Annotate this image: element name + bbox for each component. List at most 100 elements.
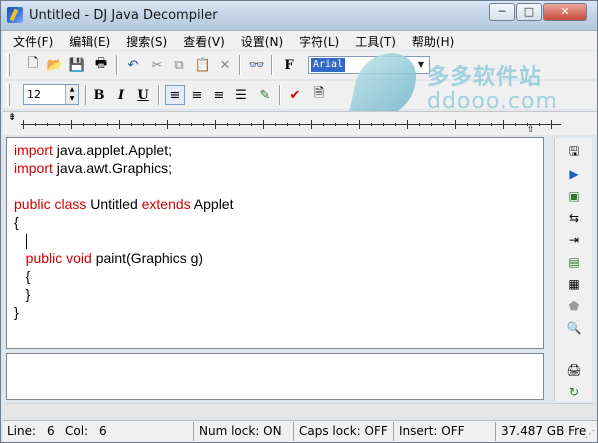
font-icon[interactable]: F: [279, 55, 299, 75]
spin-arrows-icon[interactable]: ▲ ▼: [65, 85, 78, 104]
delete-icon[interactable]: ✕: [215, 55, 235, 75]
menu-charset[interactable]: 字符(L): [289, 31, 345, 50]
maximize-button[interactable]: □: [516, 3, 542, 21]
document-icon[interactable]: 🗎: [309, 85, 329, 105]
indent-marker-icon[interactable]: ⇟: [8, 113, 18, 123]
code-line[interactable]: [14, 232, 543, 250]
refresh-icon[interactable]: ↻: [564, 382, 584, 402]
bullet-list-icon[interactable]: ☰: [231, 85, 251, 105]
italic-button[interactable]: I: [111, 85, 131, 105]
menu-settings[interactable]: 设置(N): [231, 31, 289, 50]
code-line[interactable]: import java.awt.Graphics;: [14, 160, 543, 178]
package-icon[interactable]: ▤: [564, 252, 584, 272]
font-size-value: 12: [27, 88, 41, 101]
search-icon[interactable]: 🔍: [564, 318, 584, 338]
toolbar-separator: [271, 55, 273, 75]
menu-search[interactable]: 搜索(S): [116, 31, 173, 50]
archive-icon[interactable]: ▦: [564, 274, 584, 294]
ruler-tick: [131, 123, 132, 126]
printer-icon[interactable]: 🖨: [564, 360, 584, 380]
ruler[interactable]: ⇟ ⇧: [3, 111, 597, 135]
ruler-tick: [119, 120, 120, 129]
tab-stop-icon[interactable]: ⇧: [527, 125, 535, 135]
code-line[interactable]: {: [14, 268, 543, 286]
ruler-tick: [371, 123, 372, 126]
new-file-icon[interactable]: 🗋: [23, 55, 43, 75]
side-toolbar: 🖫 ▶ ▣ ⇆ ⇥ ▤ ▦ ⬟ 🔍 🖨 ↻: [554, 138, 592, 401]
align-center-icon[interactable]: ≡: [187, 85, 207, 105]
toolbar-grip[interactable]: [7, 84, 10, 106]
find-icon[interactable]: 👓: [247, 55, 267, 75]
ruler-tick: [359, 120, 360, 129]
export-icon[interactable]: ⇥: [564, 230, 584, 250]
check-icon[interactable]: ✔: [285, 85, 305, 105]
toolbar-separator: [85, 85, 87, 105]
code-line[interactable]: }: [14, 304, 543, 322]
align-left-icon[interactable]: ≡: [165, 85, 185, 105]
paste-icon[interactable]: 📋: [193, 55, 213, 75]
ruler-tick: [191, 123, 192, 126]
code-text: Applet: [190, 196, 234, 212]
convert-icon[interactable]: ⇆: [564, 208, 584, 228]
code-line[interactable]: import java.applet.Applet;: [14, 142, 543, 160]
resize-grip-icon[interactable]: ⋰: [585, 429, 595, 440]
print-icon[interactable]: 🖶: [91, 55, 111, 75]
code-editor[interactable]: import java.applet.Applet; import java.aw…: [6, 137, 544, 349]
edit-icon[interactable]: ✎: [255, 85, 275, 105]
horizontal-scrollbar[interactable]: [6, 403, 594, 418]
minimize-button[interactable]: ─: [489, 3, 515, 21]
play-icon[interactable]: ▶: [564, 164, 584, 184]
ruler-tick: [47, 123, 48, 126]
ruler-tick: [23, 120, 24, 129]
toolbar-grip[interactable]: [7, 54, 10, 76]
cut-icon[interactable]: ✂: [147, 55, 167, 75]
toolbar-separator: [279, 85, 281, 105]
font-size-stepper[interactable]: 12 ▲ ▼: [23, 84, 79, 105]
shield-icon[interactable]: ⬟: [564, 296, 584, 316]
font-name-value: Arial: [311, 58, 346, 72]
ruler-tick: [107, 123, 108, 126]
undo-icon[interactable]: ↶: [123, 55, 143, 75]
code-line[interactable]: public void paint(Graphics g): [14, 250, 543, 268]
status-divider: [393, 422, 394, 441]
app-window: Untitled - DJ Java Decompiler ─ □ ✕ 文件(F…: [0, 0, 598, 443]
output-pane[interactable]: [6, 353, 544, 400]
watermark-d-icon: [348, 53, 422, 117]
app-icon: [7, 7, 23, 23]
code-text: paint(Graphics g): [91, 250, 204, 266]
ruler-tick: [311, 120, 312, 129]
bold-button[interactable]: B: [89, 85, 109, 105]
code-text: {: [14, 214, 19, 230]
ruler-line: [21, 124, 561, 125]
menu-edit[interactable]: 编辑(E): [59, 31, 116, 50]
menu-file[interactable]: 文件(F): [3, 31, 59, 50]
ruler-tick: [299, 123, 300, 126]
code-line[interactable]: {: [14, 214, 543, 232]
text-caret: [25, 233, 27, 249]
ruler-tick: [407, 120, 408, 129]
save-icon[interactable]: 🖫: [564, 142, 584, 162]
monitor-icon[interactable]: ▣: [564, 186, 584, 206]
copy-icon[interactable]: ⧉: [169, 55, 189, 75]
ruler-tick: [383, 123, 384, 126]
open-folder-icon[interactable]: 📂: [45, 55, 65, 75]
menu-tools[interactable]: 工具(T): [345, 31, 402, 50]
code-line[interactable]: public class Untitled extends Applet: [14, 196, 543, 214]
menu-help[interactable]: 帮助(H): [402, 31, 460, 50]
ruler-tick: [95, 123, 96, 126]
close-button[interactable]: ✕: [543, 3, 587, 21]
underline-button[interactable]: U: [133, 85, 153, 105]
status-bar: Line: 6 Col: 6 Num lock: ON Caps lock: O…: [3, 420, 597, 442]
menu-view[interactable]: 查看(V): [173, 31, 231, 50]
ruler-tick: [35, 123, 36, 126]
code-text: }: [14, 304, 19, 320]
code-line[interactable]: [14, 178, 543, 196]
ruler-tick: [83, 123, 84, 126]
code-keyword: public class: [14, 196, 87, 212]
save-icon[interactable]: 💾: [67, 55, 87, 75]
align-right-icon[interactable]: ≡: [209, 85, 229, 105]
code-keyword: extends: [141, 196, 191, 212]
title-bar[interactable]: Untitled - DJ Java Decompiler ─ □ ✕: [1, 1, 597, 31]
code-line[interactable]: }: [14, 286, 543, 304]
status-col-label: Col:: [65, 424, 89, 438]
